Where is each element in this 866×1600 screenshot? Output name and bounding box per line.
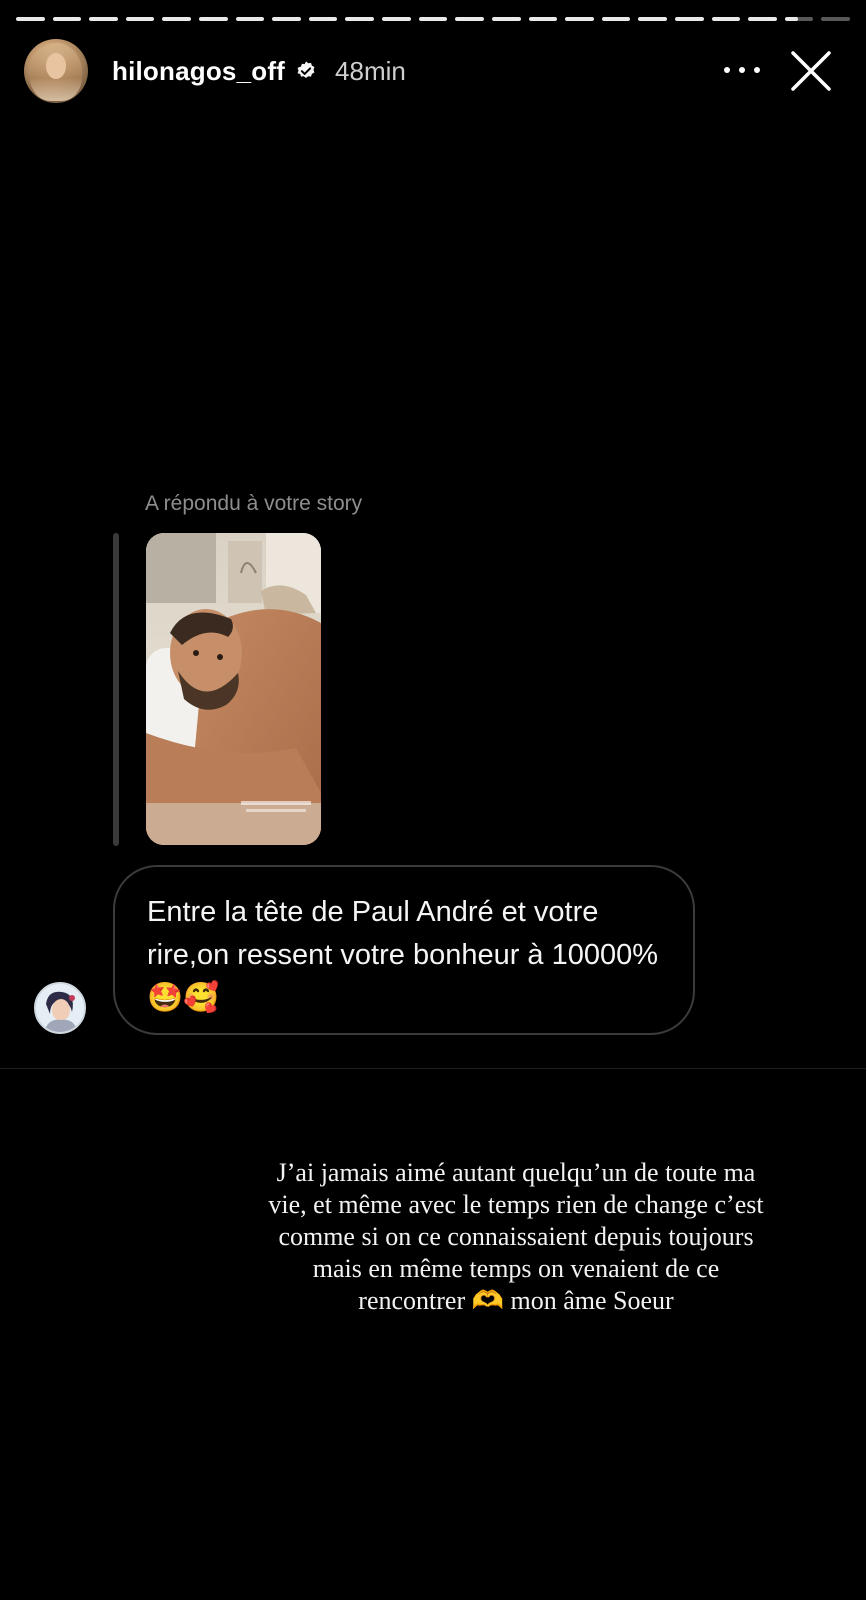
progress-segment-fill <box>418 17 448 21</box>
progress-segment-fill <box>528 17 558 21</box>
progress-segment <box>748 17 777 21</box>
reply-message-bubble[interactable]: Entre la tête de Paul André et votre rir… <box>113 865 695 1035</box>
progress-segment-fill <box>89 17 118 21</box>
progress-segment-fill <box>601 17 631 21</box>
story-caption: J’ai jamais aimé autant quelqu’un de tou… <box>268 1158 764 1315</box>
progress-segment <box>89 17 118 21</box>
story-header: hilonagos_off 48min <box>24 38 842 104</box>
progress-segment <box>528 17 558 21</box>
progress-segment <box>638 17 667 21</box>
progress-segment-fill <box>638 17 667 21</box>
progress-segment-fill <box>272 17 301 21</box>
progress-segment <box>308 17 338 21</box>
progress-segment <box>455 17 484 21</box>
progress-segment <box>52 17 82 21</box>
progress-segment-fill <box>345 17 375 21</box>
story-progress-bar <box>16 17 851 21</box>
progress-segment-fill <box>125 17 155 21</box>
progress-segment <box>491 17 521 21</box>
avatar-face-shape <box>46 53 66 79</box>
more-dot <box>724 67 730 73</box>
story-thumbnail[interactable] <box>146 533 321 845</box>
progress-segment <box>711 17 741 21</box>
post-time: 48min <box>335 55 406 86</box>
sender-avatar[interactable] <box>34 982 86 1034</box>
progress-segment <box>784 17 814 21</box>
more-dot <box>739 67 745 73</box>
progress-segment-fill <box>565 17 594 21</box>
progress-segment-fill <box>491 17 521 21</box>
section-divider <box>0 1068 866 1069</box>
progress-segment-fill <box>199 17 228 21</box>
progress-segment-fill <box>52 17 82 21</box>
progress-segment <box>418 17 448 21</box>
progress-segment <box>235 17 265 21</box>
progress-segment <box>382 17 411 21</box>
progress-segment-fill <box>308 17 338 21</box>
reply-quote-bar <box>113 533 119 846</box>
progress-segment-fill <box>711 17 741 21</box>
progress-segment-fill <box>455 17 484 21</box>
more-dot <box>754 67 760 73</box>
progress-segment <box>272 17 301 21</box>
progress-segment <box>821 17 851 21</box>
progress-segment <box>125 17 155 21</box>
progress-segment <box>601 17 631 21</box>
progress-segment <box>565 17 594 21</box>
progress-segment <box>345 17 375 21</box>
progress-segment-fill <box>784 17 798 21</box>
verified-badge-icon <box>295 60 317 82</box>
reply-context-label: A répondu à votre story <box>145 492 363 515</box>
progress-segment <box>162 17 192 21</box>
more-horizontal-icon[interactable] <box>724 56 760 84</box>
reply-message-text: Entre la tête de Paul André et votre rir… <box>147 896 659 1014</box>
username[interactable]: hilonagos_off <box>112 56 285 87</box>
progress-segment-fill <box>674 17 704 21</box>
progress-segment-fill <box>235 17 265 21</box>
progress-segment <box>674 17 704 21</box>
progress-segment-fill <box>16 17 45 21</box>
progress-segment-fill <box>162 17 192 21</box>
progress-segment-fill <box>382 17 411 21</box>
progress-segment <box>16 17 45 21</box>
profile-avatar[interactable] <box>24 39 88 103</box>
progress-segment-fill <box>748 17 777 21</box>
close-icon[interactable] <box>788 48 834 94</box>
progress-segment <box>199 17 228 21</box>
